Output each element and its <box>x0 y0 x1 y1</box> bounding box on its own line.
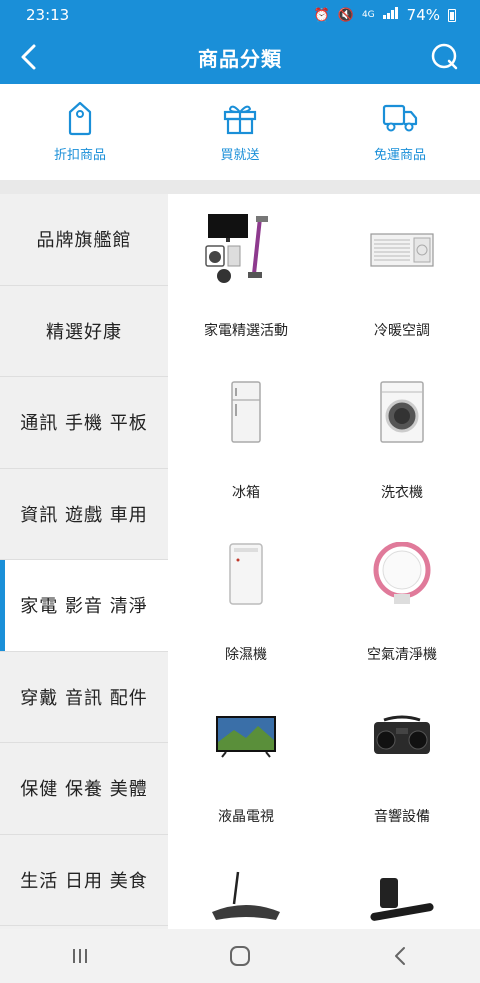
product-category-grid: 家電精選活動 冷暖空調 冰箱 洗衣機 除濕機 空氣清淨機 液晶電視 音響設備 <box>168 194 480 929</box>
battery-level: 74% <box>406 6 440 24</box>
price-tag-icon <box>62 100 98 136</box>
sidebar-item-label: 家電 影音 清淨 <box>20 596 148 618</box>
sidebar-item-computers-games[interactable]: 資訊 遊戲 車用 <box>0 469 168 560</box>
section-divider <box>0 180 480 194</box>
sidebar-item-label: 品牌旗艦館 <box>36 230 132 252</box>
sidebar-item-featured-deals[interactable]: 精選好康 <box>0 286 168 377</box>
quick-link-label: 折扣商品 <box>53 148 106 163</box>
product-category-stereo[interactable]: 音響設備 <box>324 680 480 842</box>
alarm-icon: ⏰ <box>313 7 330 23</box>
truck-icon <box>382 100 418 136</box>
sidebar-item-label: 資訊 遊戲 車用 <box>20 504 148 526</box>
washing-machine-icon <box>352 362 452 462</box>
sidebar-item-label: 穿戴 音訊 配件 <box>20 687 148 709</box>
stereo-icon <box>352 686 452 786</box>
product-category-label: 洗衣機 <box>381 485 423 501</box>
product-category-soundbar[interactable] <box>324 842 480 929</box>
product-category-washing-machine[interactable]: 洗衣機 <box>324 356 480 518</box>
quick-link-gift[interactable]: 買就送 <box>160 84 320 180</box>
sidebar-item-brand-flagship[interactable]: 品牌旗艦館 <box>0 194 168 286</box>
product-category-air-conditioner[interactable]: 冷暖空調 <box>324 194 480 356</box>
product-category-label: 冷暖空調 <box>374 323 430 339</box>
sidebar-item-label: 生活 日用 美食 <box>20 870 148 892</box>
sidebar-item-health-beauty[interactable]: 保健 保養 美體 <box>0 743 168 835</box>
quick-link-free-shipping[interactable]: 免運商品 <box>320 84 480 180</box>
product-category-label: 液晶電視 <box>218 809 274 825</box>
app-header: 商品分類 <box>0 30 480 84</box>
search-icon[interactable] <box>426 38 464 76</box>
network-type: 4G <box>361 10 375 20</box>
product-category-lcd-tv[interactable]: 液晶電視 <box>168 680 324 842</box>
product-category-label: 音響設備 <box>374 809 430 825</box>
battery-icon <box>448 8 456 22</box>
category-sidebar: 品牌旗艦館 精選好康 通訊 手機 平板 資訊 遊戲 車用 家電 影音 清淨 穿戴… <box>0 194 168 929</box>
sidebar-item-label: 保健 保養 美體 <box>20 779 148 801</box>
air-purifier-icon <box>352 524 452 624</box>
refrigerator-icon <box>196 362 296 462</box>
status-indicators: ⏰ 🔇 4G 74% <box>314 6 456 24</box>
product-category-label: 空氣清淨機 <box>367 647 437 663</box>
sidebar-item-home-appliances[interactable]: 家電 影音 清淨 <box>0 560 168 652</box>
product-category-refrigerator[interactable]: 冰箱 <box>168 356 324 518</box>
soundbar-icon <box>352 848 452 929</box>
status-bar: 23:13 ⏰ 🔇 4G 74% <box>0 0 480 30</box>
product-category-air-purifier[interactable]: 空氣清淨機 <box>324 518 480 680</box>
gift-icon <box>222 100 258 136</box>
product-category-dehumidifier[interactable]: 除濕機 <box>168 518 324 680</box>
status-time: 23:13 <box>26 6 70 24</box>
quick-link-label: 買就送 <box>220 148 260 163</box>
home-icon[interactable] <box>210 936 270 976</box>
back-icon[interactable] <box>370 936 430 976</box>
quick-link-label: 免運商品 <box>373 148 426 163</box>
system-navigation-bar <box>0 929 480 983</box>
chevron-left-icon[interactable] <box>10 38 48 76</box>
router-icon <box>196 848 296 929</box>
air-conditioner-icon <box>352 200 452 300</box>
sidebar-item-label: 通訊 手機 平板 <box>20 413 148 435</box>
signal-icon <box>382 7 399 23</box>
product-category-label: 除濕機 <box>225 647 267 663</box>
mute-icon: 🔇 <box>337 7 354 23</box>
sidebar-item-wearables-audio[interactable]: 穿戴 音訊 配件 <box>0 652 168 743</box>
page-title: 商品分類 <box>198 46 282 71</box>
sidebar-item-label: 精選好康 <box>46 321 122 343</box>
product-category-router[interactable] <box>168 842 324 929</box>
quick-link-discount[interactable]: 折扣商品 <box>0 84 160 180</box>
appliance-bundle-icon <box>196 200 296 300</box>
sidebar-item-phones-tablets[interactable]: 通訊 手機 平板 <box>0 377 168 469</box>
quick-links: 折扣商品 買就送 免運商品 <box>0 84 480 180</box>
dehumidifier-icon <box>196 524 296 624</box>
recents-icon[interactable] <box>50 936 110 976</box>
product-category-label: 冰箱 <box>232 485 260 501</box>
product-category-label: 家電精選活動 <box>204 323 288 339</box>
product-category-appliance-promo[interactable]: 家電精選活動 <box>168 194 324 356</box>
sidebar-item-daily-life-food[interactable]: 生活 日用 美食 <box>0 835 168 926</box>
lcd-tv-icon <box>196 686 296 786</box>
